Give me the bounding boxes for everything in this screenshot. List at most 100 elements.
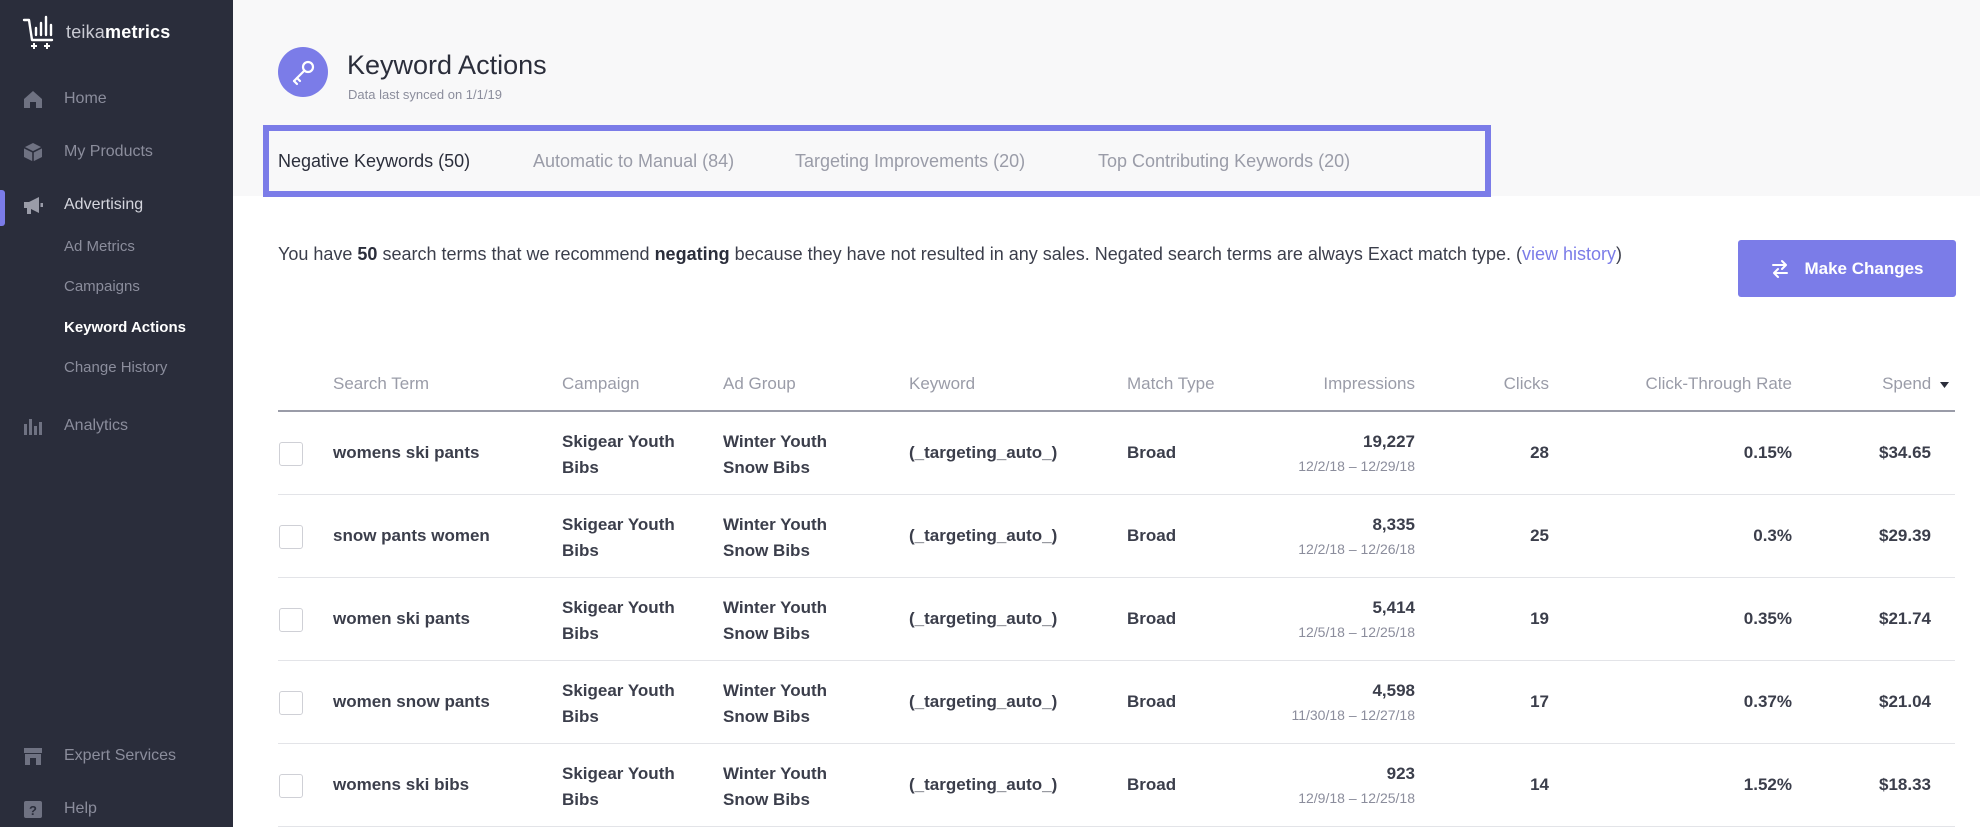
- spend-cell: $21.04: [1879, 692, 1931, 711]
- row-checkbox[interactable]: [279, 691, 303, 715]
- megaphone-icon: [24, 197, 43, 214]
- ctr-cell: 0.3%: [1753, 526, 1792, 545]
- sidebar-item-label: Analytics: [64, 417, 129, 434]
- impressions-date-range: 12/5/18 – 12/25/18: [1298, 624, 1415, 640]
- svg-text:?: ?: [29, 803, 37, 818]
- sidebar-subitem-campaigns[interactable]: Campaigns: [64, 278, 140, 295]
- keyword-cell: (_targeting_auto_): [909, 526, 1058, 545]
- page-title: Keyword Actions: [347, 50, 547, 80]
- impressions-cell: 19,227: [1363, 432, 1415, 451]
- sidebar-item-expert-services[interactable]: Expert Services: [0, 736, 233, 776]
- sidebar-item-analytics[interactable]: Analytics: [0, 406, 233, 446]
- ad-group-cell: Winter Youth Snow Bibs: [723, 515, 828, 560]
- make-changes-button[interactable]: Make Changes: [1738, 240, 1956, 297]
- search-term-cell: women snow pants: [333, 692, 490, 711]
- match-type-cell: Broad: [1127, 692, 1177, 711]
- column-header-search-term[interactable]: Search Term: [333, 374, 429, 394]
- bar-chart-icon: [24, 419, 42, 435]
- ctr-cell: 0.15%: [1743, 443, 1792, 462]
- sidebar-item-label: Home: [64, 90, 107, 107]
- keyword-cell: (_targeting_auto_): [909, 609, 1058, 628]
- match-type-cell: Broad: [1127, 609, 1177, 628]
- sidebar-item-advertising[interactable]: Advertising: [0, 185, 233, 225]
- sidebar-subitem-keyword-actions[interactable]: Keyword Actions: [64, 319, 186, 336]
- ad-group-cell: Winter Youth Snow Bibs: [723, 598, 828, 643]
- view-history-link[interactable]: view history: [1522, 244, 1616, 264]
- help-icon: ?: [24, 801, 42, 818]
- sidebar: teikametrics Home My Products Advertisin…: [0, 0, 233, 827]
- search-term-cell: women ski pants: [333, 609, 470, 628]
- spend-cell: $29.39: [1879, 526, 1931, 545]
- search-term-cell: womens ski pants: [333, 443, 480, 462]
- last-synced-text: Data last synced on 1/1/19: [348, 87, 502, 102]
- keyword-cell: (_targeting_auto_): [909, 692, 1058, 711]
- sidebar-item-label: Help: [64, 800, 97, 817]
- table-row[interactable]: womens ski bibs Skigear Youth Bibs Winter …: [278, 744, 1955, 827]
- box-icon: [23, 143, 43, 162]
- tab-bar: Negative Keywords (50) Automatic to Manu…: [263, 125, 1491, 197]
- table-row[interactable]: womens ski pants Skigear Youth Bibs Winter…: [278, 412, 1955, 495]
- impressions-date-range: 11/30/18 – 12/27/18: [1291, 707, 1415, 723]
- search-terms-table: Search Term Campaign Ad Group Keyword Ma…: [278, 360, 1955, 827]
- tab-targeting-improvements[interactable]: Targeting Improvements (20): [795, 151, 1025, 172]
- column-header-ctr[interactable]: Click-Through Rate: [1646, 374, 1792, 394]
- column-header-campaign[interactable]: Campaign: [562, 374, 640, 394]
- tab-automatic-to-manual[interactable]: Automatic to Manual (84): [533, 151, 734, 172]
- app-logo[interactable]: teikametrics: [22, 14, 170, 50]
- row-checkbox[interactable]: [279, 442, 303, 466]
- sidebar-item-label: Advertising: [64, 196, 144, 213]
- home-icon: [24, 91, 42, 108]
- column-header-spend[interactable]: Spend: [1882, 374, 1949, 394]
- impressions-date-range: 12/2/18 – 12/26/18: [1298, 541, 1415, 557]
- clicks-cell: 28: [1530, 443, 1549, 462]
- make-changes-label: Make Changes: [1804, 258, 1924, 278]
- impressions-cell: 8,335: [1372, 515, 1415, 534]
- ad-group-cell: Winter Youth Snow Bibs: [723, 764, 828, 809]
- spend-cell: $34.65: [1879, 443, 1931, 462]
- swap-arrows-icon: [1772, 259, 1789, 278]
- table-row[interactable]: women ski pants Skigear Youth Bibs Winter …: [278, 578, 1955, 661]
- impressions-date-range: 12/2/18 – 12/29/18: [1298, 458, 1415, 474]
- tab-top-contributing-keywords[interactable]: Top Contributing Keywords (20): [1098, 151, 1350, 172]
- logo-text: teikametrics: [66, 21, 171, 42]
- column-header-clicks[interactable]: Clicks: [1504, 374, 1549, 394]
- table-row[interactable]: women snow pants Skigear Youth Bibs Winter…: [278, 661, 1955, 744]
- row-checkbox[interactable]: [279, 608, 303, 632]
- storefront-icon: [24, 748, 42, 765]
- recommendation-description: You have 50 search terms that we recomme…: [278, 244, 1622, 264]
- ad-group-cell: Winter Youth Snow Bibs: [723, 681, 828, 726]
- column-header-keyword[interactable]: Keyword: [909, 374, 975, 394]
- ctr-cell: 0.37%: [1743, 692, 1792, 711]
- sidebar-subitem-ad-metrics[interactable]: Ad Metrics: [64, 238, 135, 255]
- keyword-cell: (_targeting_auto_): [909, 775, 1058, 794]
- row-checkbox[interactable]: [279, 774, 303, 798]
- impressions-date-range: 12/9/18 – 12/25/18: [1298, 790, 1415, 806]
- clicks-cell: 17: [1530, 692, 1549, 711]
- impressions-cell: 4,598: [1372, 681, 1415, 700]
- column-header-impressions[interactable]: Impressions: [1323, 374, 1415, 394]
- match-type-cell: Broad: [1127, 443, 1177, 462]
- impressions-cell: 923: [1386, 764, 1415, 783]
- cart-logo-icon: [22, 15, 54, 49]
- column-header-ad-group[interactable]: Ad Group: [723, 374, 796, 394]
- campaign-cell: Skigear Youth Bibs: [562, 598, 675, 643]
- sidebar-subitem-change-history[interactable]: Change History: [64, 359, 167, 376]
- sidebar-item-home[interactable]: Home: [0, 79, 233, 119]
- sidebar-item-label: My Products: [64, 143, 153, 160]
- caret-down-icon: [1940, 381, 1949, 388]
- sidebar-item-my-products[interactable]: My Products: [0, 132, 233, 172]
- match-type-cell: Broad: [1127, 775, 1177, 794]
- row-checkbox[interactable]: [279, 525, 303, 549]
- table-row[interactable]: snow pants women Skigear Youth Bibs Winter…: [278, 495, 1955, 578]
- tab-negative-keywords[interactable]: Negative Keywords (50): [278, 151, 470, 172]
- campaign-cell: Skigear Youth Bibs: [562, 764, 675, 809]
- table-header: Search Term Campaign Ad Group Keyword Ma…: [278, 360, 1955, 412]
- clicks-cell: 14: [1530, 775, 1549, 794]
- column-header-match-type[interactable]: Match Type: [1127, 374, 1215, 394]
- key-icon: [292, 60, 315, 86]
- impressions-cell: 5,414: [1372, 598, 1415, 617]
- sidebar-item-help[interactable]: ? Help: [0, 789, 233, 827]
- clicks-cell: 19: [1530, 609, 1549, 628]
- page-icon: [278, 47, 328, 97]
- search-term-cell: womens ski bibs: [333, 775, 470, 794]
